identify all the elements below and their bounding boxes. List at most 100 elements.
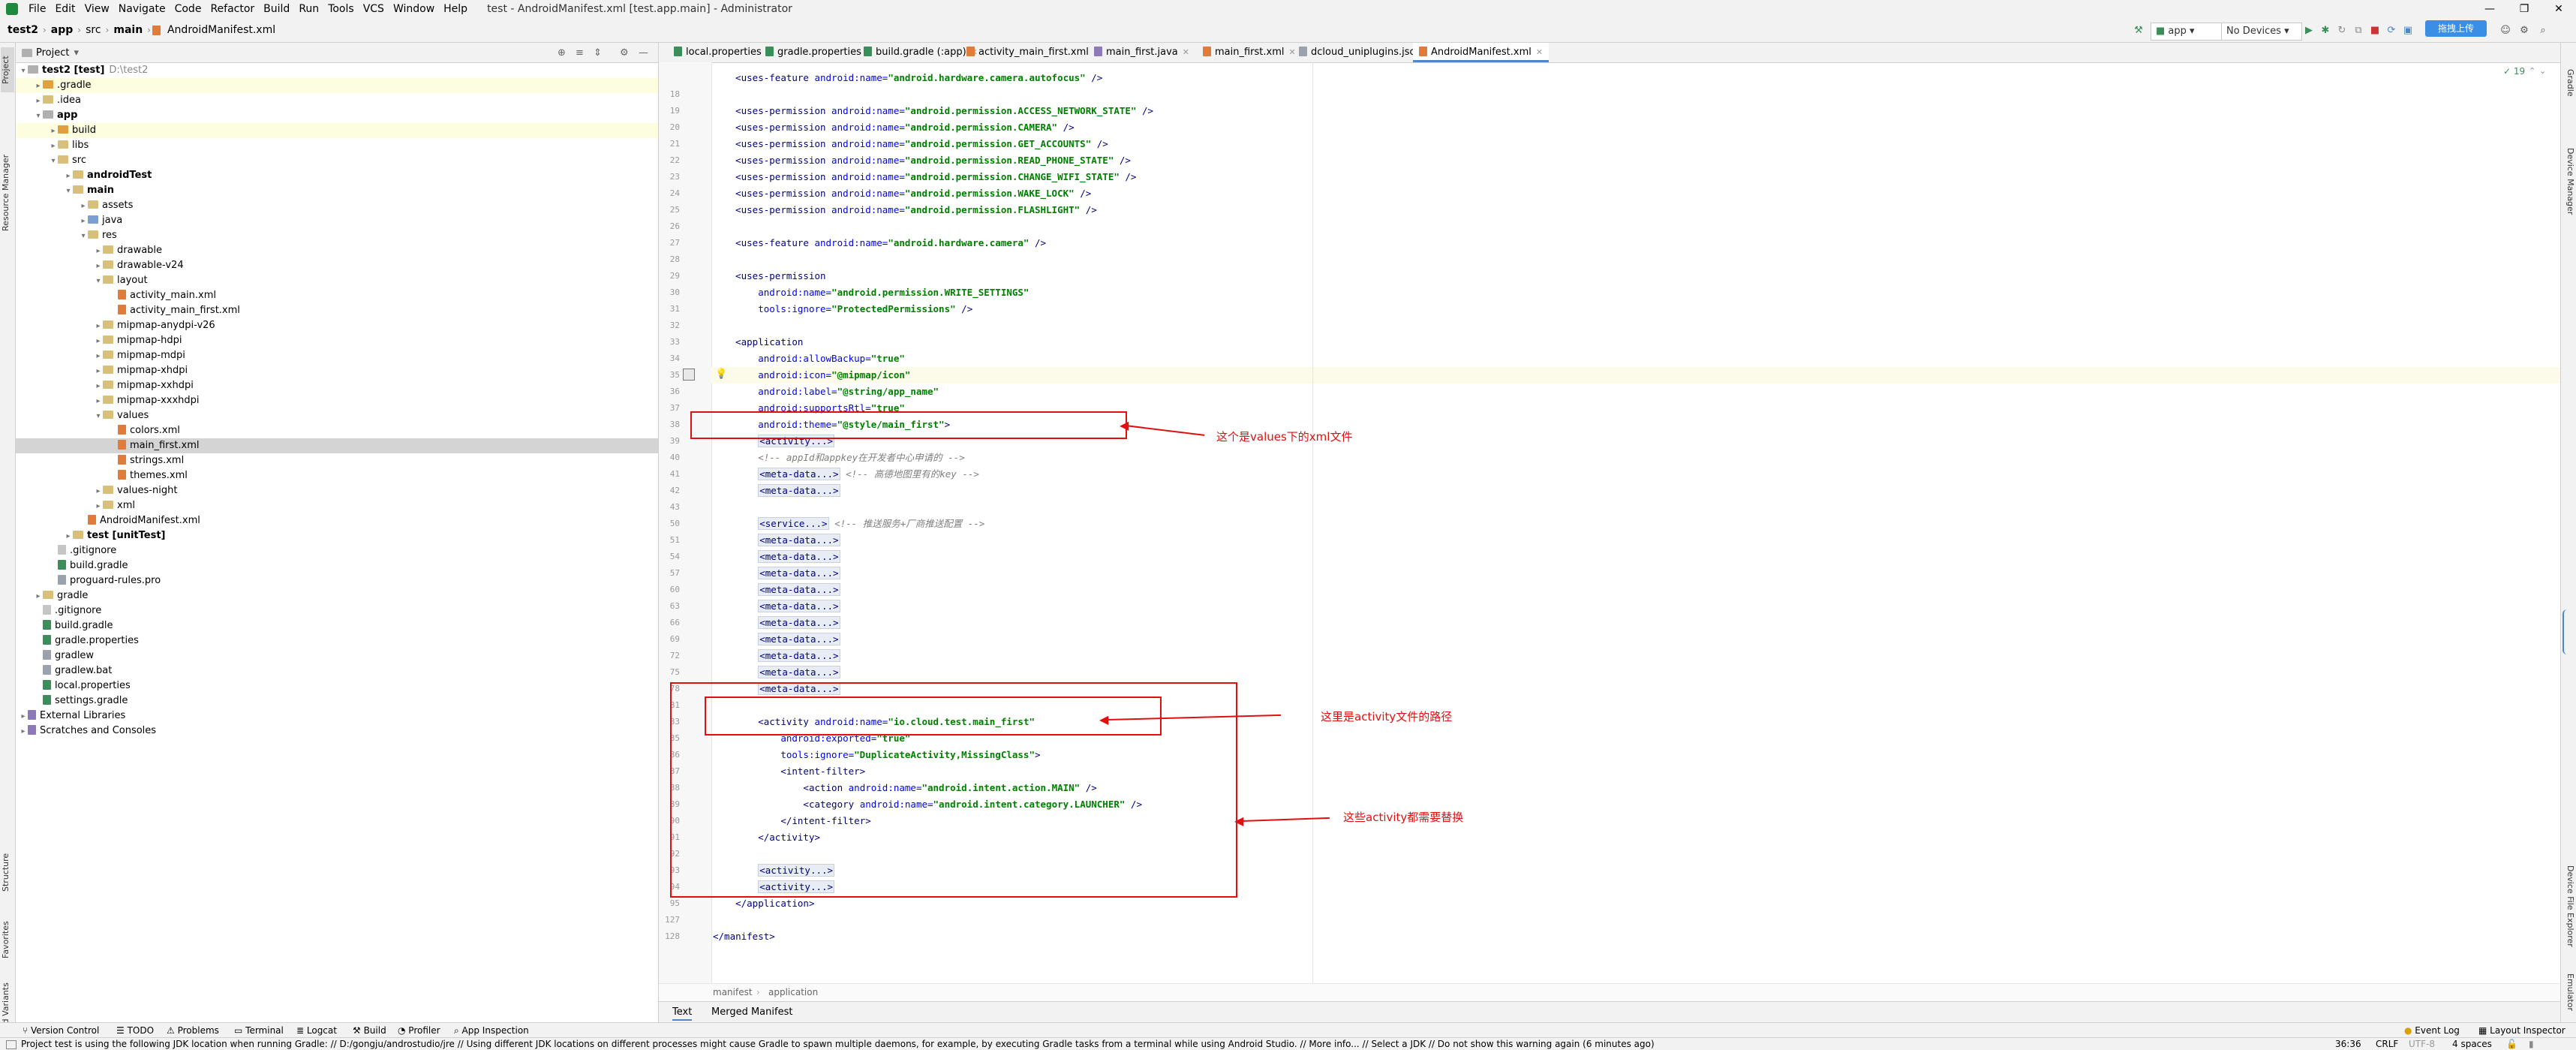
- chevron-up-icon[interactable]: ⌃: [2529, 66, 2535, 76]
- editor-tab[interactable]: activity_main_first.xml✕: [960, 43, 1106, 62]
- upload-button[interactable]: 拖拽上传: [2425, 20, 2487, 37]
- breadcrumb-project[interactable]: test2: [5, 24, 41, 36]
- gear-icon[interactable]: ⚙: [620, 47, 629, 59]
- lightbulb-icon[interactable]: 💡: [715, 369, 727, 380]
- code-line[interactable]: <uses-feature android:name="android.hard…: [713, 70, 1102, 86]
- tree-item[interactable]: build.gradle: [16, 558, 658, 573]
- tab-text[interactable]: Text: [672, 1006, 693, 1021]
- tree-item[interactable]: ▸ mipmap-mdpi: [16, 348, 658, 363]
- tab-emulator[interactable]: Emulator: [2562, 966, 2575, 1018]
- tree-item[interactable]: ▸ assets: [16, 198, 658, 213]
- menu-view[interactable]: View: [80, 3, 114, 15]
- code-line[interactable]: <uses-permission android:name="android.p…: [713, 169, 1136, 185]
- breadcrumb-src[interactable]: src: [83, 24, 104, 36]
- tree-item[interactable]: ▸ test [unitTest]: [16, 528, 658, 543]
- code-line[interactable]: <meta-data...>: [713, 631, 840, 648]
- tab-resource-manager[interactable]: Resource Manager: [1, 148, 14, 238]
- code-line[interactable]: <uses-permission android:name="android.p…: [713, 202, 1097, 218]
- account-icon[interactable]: ☺: [2499, 23, 2512, 39]
- tree-item[interactable]: ▾ res: [16, 228, 658, 243]
- memory-indicator-icon[interactable]: ▮: [2529, 1038, 2534, 1050]
- code-line[interactable]: <meta-data...> <!-- 高德地图里有的key -->: [713, 466, 979, 483]
- code-line[interactable]: <!-- appId和appkey在开发者中心申请的 -->: [713, 450, 965, 466]
- maximize-button[interactable]: ❐: [2507, 0, 2541, 18]
- attach-debugger-icon[interactable]: ⧉: [2352, 23, 2365, 39]
- chevron-right-icon[interactable]: ▸: [49, 139, 58, 154]
- expand-icon[interactable]: ⇕: [594, 47, 602, 59]
- tree-item[interactable]: ▸ Scratches and Consoles: [16, 724, 658, 739]
- debug-icon[interactable]: ✱: [2319, 23, 2332, 39]
- chevron-right-icon[interactable]: ▸: [94, 319, 103, 334]
- tree-item[interactable]: main_first.xml: [16, 438, 658, 453]
- run-icon[interactable]: ▶: [2302, 23, 2316, 39]
- editor-tab[interactable]: main_first.xml ✕: [1197, 43, 1302, 62]
- indent-setting[interactable]: 4 spaces: [2452, 1038, 2492, 1050]
- code-line[interactable]: android:allowBackup="true": [713, 351, 905, 367]
- tab-favorites[interactable]: Favorites: [1, 913, 14, 966]
- menu-build[interactable]: Build: [259, 3, 294, 15]
- tree-item[interactable]: ▸ mipmap-xhdpi: [16, 363, 658, 378]
- code-line[interactable]: <uses-permission: [713, 268, 825, 284]
- device-manager-icon[interactable]: ▣: [2401, 23, 2415, 39]
- tree-item[interactable]: ▾ layout: [16, 273, 658, 288]
- chevron-right-icon[interactable]: ▸: [19, 709, 28, 724]
- tree-item[interactable]: ▾ test2 [test] D:\test2: [16, 63, 658, 78]
- tree-item[interactable]: proguard-rules.pro: [16, 573, 658, 588]
- tree-item[interactable]: ▾ src: [16, 153, 658, 168]
- tree-item[interactable]: .gitignore: [16, 543, 658, 558]
- device-select[interactable]: No Devices ▾: [2221, 23, 2302, 41]
- chevron-right-icon[interactable]: ▸: [34, 94, 43, 109]
- code-line[interactable]: <meta-data...>: [713, 615, 840, 631]
- menu-refactor[interactable]: Refactor: [206, 3, 259, 15]
- tree-item[interactable]: ▸ .gradle: [16, 78, 658, 93]
- chevron-right-icon[interactable]: ▸: [94, 394, 103, 409]
- tree-item[interactable]: activity_main.xml: [16, 288, 658, 303]
- code-line[interactable]: <uses-permission android:name="android.p…: [713, 136, 1108, 152]
- tree-item[interactable]: ▸ build: [16, 123, 658, 138]
- tree-item[interactable]: ▸ values-night: [16, 483, 658, 498]
- menu-window[interactable]: Window: [389, 3, 439, 15]
- code-line[interactable]: <meta-data...>: [713, 483, 840, 499]
- code-line[interactable]: <meta-data...>: [713, 532, 840, 549]
- tree-item[interactable]: ▸ drawable: [16, 243, 658, 258]
- tree-item[interactable]: ▸ libs: [16, 138, 658, 153]
- breadcrumb-app[interactable]: app: [48, 24, 77, 36]
- code-line[interactable]: <meta-data...>: [713, 565, 840, 582]
- minimize-button[interactable]: —: [2472, 0, 2507, 18]
- chevron-right-icon[interactable]: ▸: [94, 259, 103, 274]
- code-line[interactable]: android:label="@string/app_name": [713, 384, 939, 400]
- tree-item[interactable]: AndroidManifest.xml: [16, 513, 658, 528]
- tab-device-manager[interactable]: Device Manager: [2562, 140, 2575, 223]
- tree-item[interactable]: .gitignore: [16, 603, 658, 618]
- menu-code[interactable]: Code: [170, 3, 206, 15]
- chevron-right-icon[interactable]: ▸: [79, 214, 88, 229]
- chevron-right-icon[interactable]: ▸: [34, 79, 43, 94]
- file-encoding[interactable]: UTF-8: [2409, 1038, 2435, 1050]
- tree-item[interactable]: ▾ values: [16, 408, 658, 423]
- chevron-down-icon[interactable]: ▾: [94, 409, 103, 424]
- tree-item[interactable]: colors.xml: [16, 423, 658, 438]
- locate-icon[interactable]: ⊕: [558, 47, 566, 59]
- chevron-down-icon[interactable]: ▾: [49, 154, 58, 169]
- chevron-right-icon[interactable]: ▸: [94, 334, 103, 349]
- code-line[interactable]: <meta-data...>: [713, 648, 840, 664]
- tool-layout-inspector[interactable]: ▦ Layout Inspector: [2478, 1023, 2565, 1038]
- hammer-icon[interactable]: ⚒: [2131, 23, 2146, 39]
- tree-item[interactable]: activity_main_first.xml: [16, 303, 658, 318]
- editor-tab[interactable]: main_first.java ✕: [1088, 43, 1195, 62]
- chevron-right-icon[interactable]: ▸: [79, 199, 88, 214]
- stop-icon[interactable]: ■: [2368, 23, 2382, 39]
- tool-profiler[interactable]: ◔ Profiler: [398, 1023, 440, 1038]
- breadcrumb-manifest[interactable]: manifest: [713, 987, 753, 997]
- chevron-right-icon[interactable]: ▸: [49, 124, 58, 139]
- code-line[interactable]: android:icon="@mipmap/icon": [713, 367, 910, 384]
- tool-todo[interactable]: ☰ TODO: [116, 1023, 154, 1038]
- tree-item[interactable]: ▾ main: [16, 183, 658, 198]
- chevron-right-icon[interactable]: ▸: [94, 379, 103, 394]
- chevron-right-icon[interactable]: ▸: [94, 484, 103, 499]
- chevron-down-icon[interactable]: ▾: [79, 229, 88, 244]
- close-window-button[interactable]: ✕: [2541, 0, 2576, 18]
- code-line[interactable]: <uses-permission android:name="android.p…: [713, 103, 1153, 119]
- chevron-right-icon[interactable]: ▸: [19, 724, 28, 739]
- chevron-right-icon[interactable]: ▸: [34, 589, 43, 604]
